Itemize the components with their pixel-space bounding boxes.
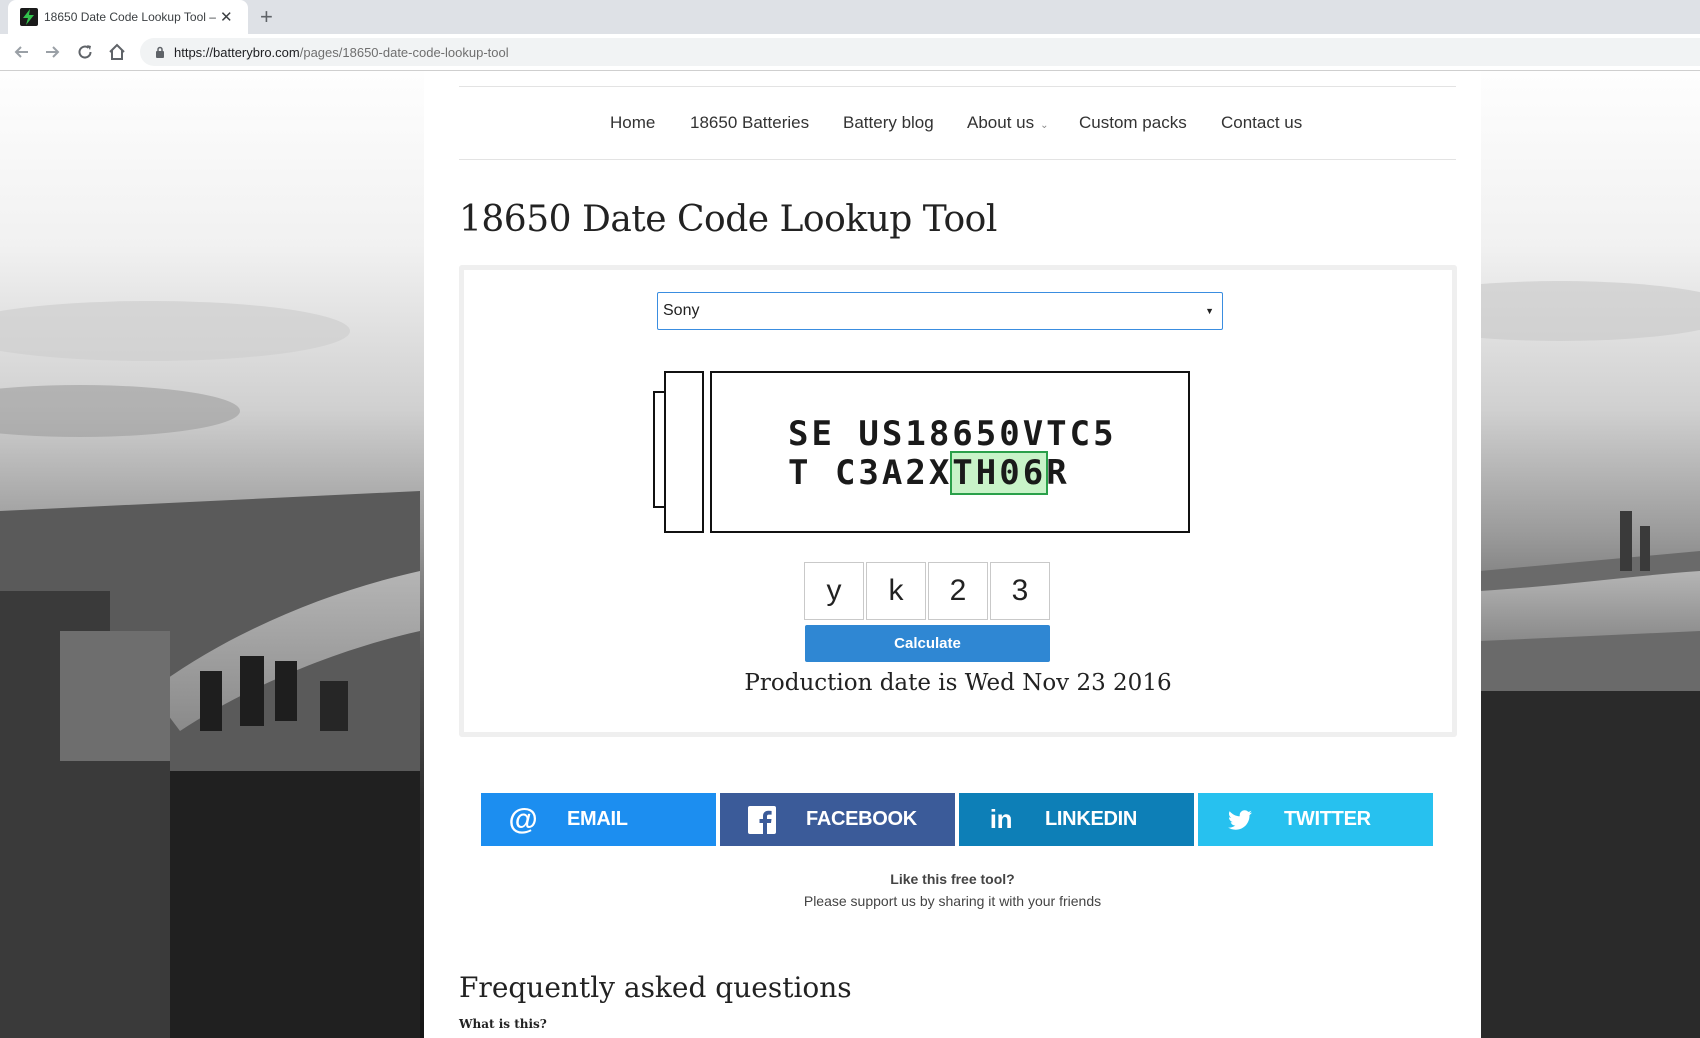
browser-tab-bar: 18650 Date Code Lookup Tool – ✕ +	[0, 0, 1700, 34]
main-navigation: Home 18650 Batteries Battery blog About …	[424, 113, 1481, 137]
nav-divider	[459, 86, 1456, 87]
lock-icon	[156, 46, 164, 58]
share-linkedin-button[interactable]: in LINKEDIN	[959, 793, 1194, 846]
page-viewport: Home 18650 Batteries Battery blog About …	[0, 71, 1700, 1038]
dropdown-caret-icon: ▼	[1205, 306, 1214, 316]
close-tab-icon[interactable]: ✕	[220, 8, 233, 26]
calculate-button[interactable]: Calculate	[805, 625, 1050, 662]
date-code-inputs: y k 2 3	[804, 562, 1052, 620]
lightning-favicon-icon	[20, 8, 38, 26]
faq-heading: Frequently asked questions	[459, 971, 852, 1004]
brand-selected-value: Sony	[663, 302, 700, 319]
faq-question: What is this?	[459, 1017, 547, 1031]
nav-item-battery-blog[interactable]: Battery blog	[843, 113, 934, 133]
nav-item-custom-packs[interactable]: Custom packs	[1079, 113, 1187, 133]
address-bar[interactable]: https://batterybro.com/pages/18650-date-…	[140, 38, 1700, 66]
nav-label: Contact us	[1221, 113, 1303, 132]
linkedin-icon: in	[989, 804, 1013, 834]
date-code-input-4[interactable]: 3	[990, 562, 1050, 620]
at-sign-icon: @	[508, 802, 538, 836]
nav-item-about-us[interactable]: About us ⌄	[967, 113, 1049, 133]
share-label: FACEBOOK	[806, 808, 917, 830]
share-label: TWITTER	[1284, 808, 1371, 830]
url-path: /pages/18650-date-code-lookup-tool	[299, 44, 509, 60]
back-arrow-icon[interactable]	[12, 42, 32, 62]
forward-arrow-icon[interactable]	[42, 42, 62, 62]
home-icon[interactable]	[107, 42, 127, 62]
brand-select[interactable]: Sony ▼	[657, 292, 1223, 330]
new-tab-button[interactable]: +	[260, 4, 273, 30]
nav-item-18650-batteries[interactable]: 18650 Batteries	[690, 113, 809, 133]
nav-label: About us	[967, 113, 1035, 132]
date-code-tool: Sony ▼ SE US18650VTC5 T C3A2XTH06R y k 2…	[459, 265, 1457, 737]
date-code-input-3[interactable]: 2	[928, 562, 988, 620]
chevron-down-icon: ⌄	[1040, 120, 1049, 131]
nav-label: 18650 Batteries	[690, 113, 810, 132]
share-facebook-button[interactable]: FACEBOOK	[720, 793, 955, 846]
share-support-text: Please support us by sharing it with you…	[803, 893, 1102, 909]
twitter-bird-icon	[1228, 809, 1252, 830]
reload-icon[interactable]	[75, 42, 95, 62]
code-suffix: R	[1046, 453, 1070, 493]
code-prefix: T C3A2X	[788, 453, 953, 493]
share-label: EMAIL	[567, 808, 628, 830]
highlighted-date-code: TH06	[950, 451, 1049, 495]
share-email-button[interactable]: @ EMAIL	[481, 793, 716, 846]
date-code-input-2[interactable]: k	[866, 562, 926, 620]
url-host: https://batterybro.com	[174, 44, 300, 60]
nav-divider	[459, 159, 1456, 160]
browser-toolbar: https://batterybro.com/pages/18650-date-…	[0, 34, 1700, 71]
nav-item-home[interactable]: Home	[610, 113, 655, 133]
battery-code-line-1: SE US18650VTC5	[788, 414, 1117, 454]
production-date-result: Production date is Wed Nov 23 2016	[744, 670, 1172, 696]
nav-label: Home	[610, 113, 656, 132]
share-twitter-button[interactable]: TWITTER	[1198, 793, 1433, 846]
tab-title: 18650 Date Code Lookup Tool –	[44, 10, 216, 24]
date-code-input-1[interactable]: y	[804, 562, 864, 620]
nav-label: Custom packs	[1079, 113, 1187, 132]
battery-code-line-2: T C3A2XTH06R	[788, 451, 1070, 495]
share-buttons: @ EMAIL FACEBOOK in LINKEDIN TWITTER	[481, 793, 1437, 846]
facebook-icon	[748, 805, 776, 834]
share-prompt: Like this free tool?	[890, 871, 1015, 887]
nav-label: Battery blog	[843, 113, 934, 132]
url-text: https://batterybro.com/pages/18650-date-…	[174, 45, 509, 60]
nav-item-contact-us[interactable]: Contact us	[1221, 113, 1302, 133]
main-content: Home 18650 Batteries Battery blog About …	[424, 71, 1481, 1038]
browser-tab[interactable]: 18650 Date Code Lookup Tool – ✕	[8, 0, 248, 34]
share-label: LINKEDIN	[1045, 808, 1138, 830]
page-title: 18650 Date Code Lookup Tool	[459, 199, 997, 240]
